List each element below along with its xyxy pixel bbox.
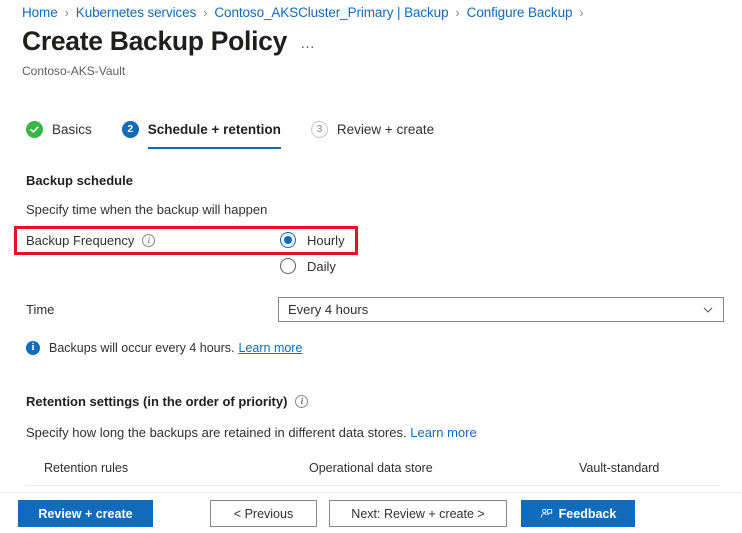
learn-more-link-retention[interactable]: Learn more [410, 425, 476, 440]
step-number-badge: 3 [310, 120, 328, 138]
radio-button-icon [280, 258, 296, 274]
backup-interval-info-text: Backups will occur every 4 hours. [49, 341, 235, 355]
retention-settings-description-text: Specify how long the backups are retaine… [26, 425, 407, 440]
wizard-steps: Basics 2 Schedule + retention 3 Review +… [26, 114, 464, 149]
wizard-step-label-schedule-retention: Schedule + retention [147, 121, 281, 137]
chevron-down-icon [702, 304, 714, 316]
wizard-step-schedule-retention[interactable]: 2 Schedule + retention [121, 114, 281, 149]
retention-settings-heading-text: Retention settings (in the order of prio… [26, 394, 288, 409]
backup-schedule-heading: Backup schedule [26, 173, 133, 188]
time-label: Time [26, 302, 54, 317]
feedback-button-label: Feedback [558, 506, 617, 521]
retention-rules-table-header: Retention rules Operational data store V… [26, 458, 720, 486]
retention-settings-heading: Retention settings (in the order of prio… [26, 394, 309, 409]
wizard-active-underline [147, 147, 281, 149]
retention-settings-description: Specify how long the backups are retaine… [26, 425, 477, 440]
radio-label-daily: Daily [307, 258, 336, 274]
radio-label-hourly: Hourly [307, 232, 345, 248]
breadcrumb-item-home[interactable]: Home [22, 5, 58, 20]
breadcrumb-separator-icon: › [203, 5, 208, 20]
backup-frequency-label-text: Backup Frequency [26, 233, 135, 248]
breadcrumb-item-cluster-backup[interactable]: Contoso_AKSCluster_Primary | Backup [214, 5, 448, 20]
column-header-retention-rules[interactable]: Retention rules [44, 461, 128, 475]
azure-portal-blade: Home › Kubernetes services › Contoso_AKS… [0, 0, 742, 533]
more-options-icon[interactable]: … [300, 36, 317, 51]
radio-button-icon [280, 232, 296, 248]
column-header-operational-data-store[interactable]: Operational data store [309, 461, 433, 475]
radio-backup-frequency-daily[interactable]: Daily [280, 258, 336, 274]
wizard-step-review-create[interactable]: 3 Review + create [310, 114, 435, 144]
info-icon[interactable]: i [142, 234, 156, 247]
wizard-step-basics[interactable]: Basics [26, 114, 92, 144]
info-filled-icon: i [26, 341, 40, 355]
wizard-step-label-review-create: Review + create [336, 121, 435, 137]
backup-interval-info-message: i Backups will occur every 4 hours. Lear… [26, 341, 302, 355]
step-number-badge: 2 [121, 120, 139, 138]
learn-more-link-schedule[interactable]: Learn more [239, 341, 303, 355]
breadcrumb-separator-icon: › [64, 5, 69, 20]
radio-backup-frequency-hourly[interactable]: Hourly [280, 232, 345, 248]
backup-frequency-label: Backup Frequency i [26, 233, 156, 248]
time-dropdown[interactable]: Every 4 hours [278, 297, 724, 322]
page-title: Create Backup Policy [22, 26, 288, 56]
wizard-step-label-basics: Basics [52, 121, 92, 137]
column-header-vault-standard[interactable]: Vault-standard [579, 461, 659, 475]
previous-button[interactable]: < Previous [210, 500, 317, 527]
breadcrumb-separator-icon: › [455, 5, 460, 20]
person-feedback-icon [540, 507, 553, 520]
breadcrumb: Home › Kubernetes services › Contoso_AKS… [22, 5, 591, 20]
next-review-create-button[interactable]: Next: Review + create > [329, 500, 507, 527]
page-title-row: Create Backup Policy … [22, 28, 317, 55]
time-dropdown-value: Every 4 hours [288, 302, 369, 317]
breadcrumb-separator-icon: › [579, 5, 584, 20]
page-subtitle: Contoso-AKS-Vault [22, 64, 126, 78]
time-label-text: Time [26, 302, 55, 317]
footer-action-bar: Review + create < Previous Next: Review … [0, 492, 742, 533]
info-icon[interactable]: i [295, 395, 309, 408]
feedback-button[interactable]: Feedback [521, 500, 635, 527]
step-complete-check-icon [26, 120, 43, 138]
breadcrumb-item-kubernetes-services[interactable]: Kubernetes services [76, 5, 197, 20]
review-create-button[interactable]: Review + create [18, 500, 153, 527]
backup-schedule-description: Specify time when the backup will happen [26, 202, 268, 217]
breadcrumb-item-configure-backup[interactable]: Configure Backup [467, 5, 573, 20]
